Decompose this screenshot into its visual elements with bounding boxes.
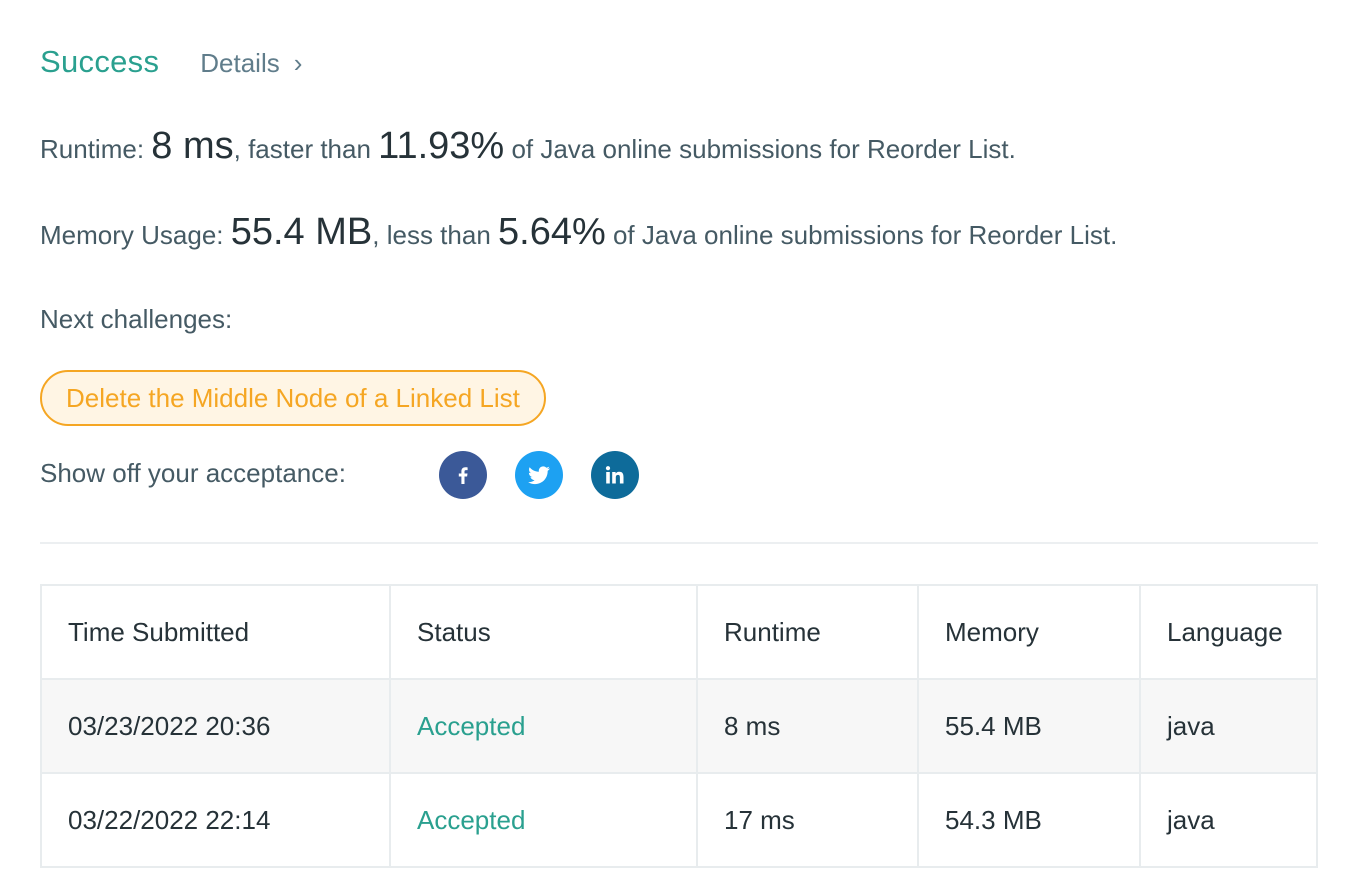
col-runtime: Runtime bbox=[696, 584, 919, 680]
cell-status-link[interactable]: Accepted bbox=[389, 678, 698, 774]
twitter-share-button[interactable] bbox=[515, 451, 563, 499]
runtime-suffix: of Java online submissions for Reorder L… bbox=[504, 134, 1016, 164]
memory-mid: , less than bbox=[372, 220, 498, 250]
next-challenges-label: Next challenges: bbox=[40, 304, 233, 334]
share-label: Show off your acceptance: bbox=[40, 458, 346, 488]
chevron-right-icon: › bbox=[293, 48, 303, 78]
memory-value: 55.4 MB bbox=[230, 211, 373, 253]
cell-time: 03/22/2022 22:14 bbox=[40, 772, 391, 868]
memory-suffix: of Java online submissions for Reorder L… bbox=[605, 220, 1118, 250]
status-text: Success bbox=[40, 44, 160, 79]
cell-memory: 55.4 MB bbox=[917, 678, 1141, 774]
runtime-value: 8 ms bbox=[151, 125, 234, 167]
runtime-percent: 11.93% bbox=[378, 125, 505, 167]
cell-status-link[interactable]: Accepted bbox=[389, 772, 698, 868]
linkedin-share-button[interactable] bbox=[591, 451, 639, 499]
col-time-submitted: Time Submitted bbox=[40, 584, 391, 680]
twitter-icon bbox=[528, 466, 550, 485]
share-buttons bbox=[439, 451, 639, 499]
table-row: 03/23/2022 20:36 Accepted 8 ms 55.4 MB j… bbox=[40, 678, 1318, 774]
details-link[interactable]: Details › bbox=[200, 48, 302, 79]
col-status: Status bbox=[389, 584, 698, 680]
cell-runtime: 17 ms bbox=[696, 772, 919, 868]
details-label: Details bbox=[200, 48, 280, 78]
memory-label: Memory Usage: bbox=[40, 220, 231, 250]
cell-runtime: 8 ms bbox=[696, 678, 919, 774]
next-challenge-button[interactable]: Delete the Middle Node of a Linked List bbox=[40, 370, 546, 426]
runtime-stat: Runtime: 8 ms, faster than 11.93% of Jav… bbox=[40, 125, 1016, 168]
cell-language: java bbox=[1139, 678, 1318, 774]
runtime-mid: , faster than bbox=[233, 134, 379, 164]
facebook-share-button[interactable] bbox=[439, 451, 487, 499]
memory-stat: Memory Usage: 55.4 MB, less than 5.64% o… bbox=[40, 211, 1117, 254]
table-row: 03/22/2022 22:14 Accepted 17 ms 54.3 MB … bbox=[40, 772, 1318, 868]
status-row: Success Details › bbox=[40, 44, 302, 80]
table-header-row: Time Submitted Status Runtime Memory Lan… bbox=[40, 584, 1318, 680]
divider bbox=[40, 542, 1318, 544]
cell-language: java bbox=[1139, 772, 1318, 868]
facebook-icon bbox=[458, 467, 468, 484]
cell-time: 03/23/2022 20:36 bbox=[40, 678, 391, 774]
cell-memory: 54.3 MB bbox=[917, 772, 1141, 868]
memory-percent: 5.64% bbox=[498, 211, 606, 253]
linkedin-icon bbox=[605, 466, 624, 484]
col-memory: Memory bbox=[917, 584, 1141, 680]
runtime-label: Runtime: bbox=[40, 134, 152, 164]
col-language: Language bbox=[1139, 584, 1318, 680]
submissions-table: Time Submitted Status Runtime Memory Lan… bbox=[40, 584, 1318, 868]
